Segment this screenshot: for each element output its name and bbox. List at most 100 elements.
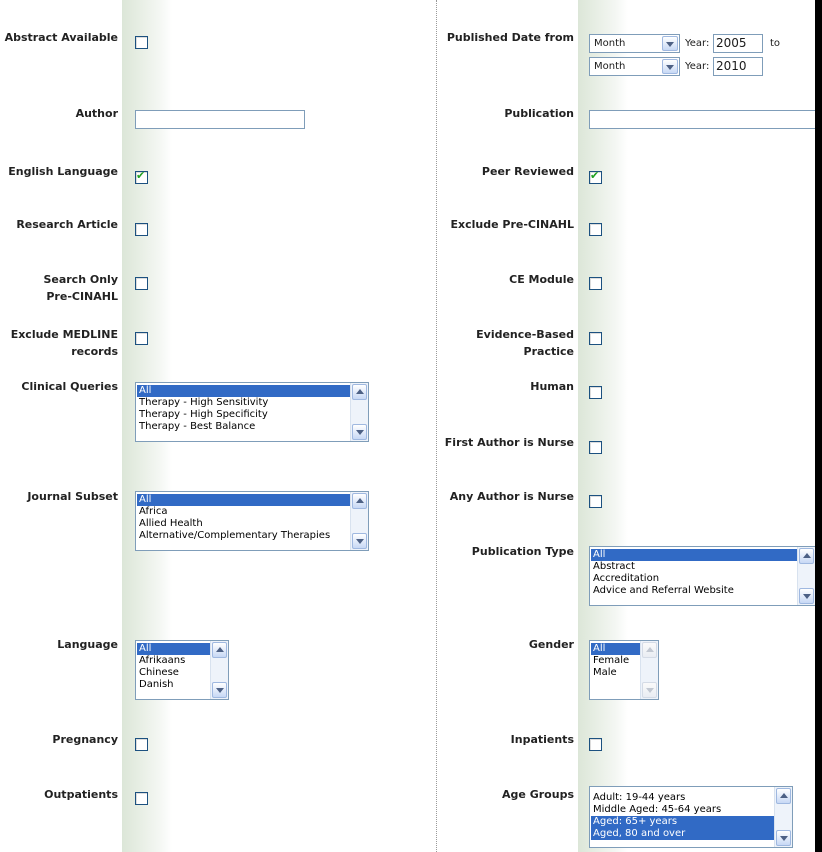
list-item[interactable]: Allied Health (137, 518, 350, 530)
peer-reviewed-checkbox[interactable] (589, 169, 602, 184)
scrollbar[interactable] (640, 641, 658, 699)
list-item[interactable]: Danish (137, 679, 210, 691)
list-item[interactable]: All (591, 549, 797, 561)
search-only-label-line1: Search Only (43, 273, 118, 286)
scroll-down-button[interactable] (776, 830, 791, 846)
scrollbar[interactable] (210, 641, 228, 699)
journal-subset-listbox[interactable]: All Africa Allied Health Alternative/Com… (135, 491, 369, 551)
list-item[interactable]: Advice and Referral Website (591, 585, 797, 597)
english-language-checkbox[interactable] (135, 169, 148, 184)
scroll-up-button[interactable] (642, 642, 657, 658)
scrollbar[interactable] (350, 383, 368, 441)
evidence-based-practice-label: Evidence-Based Practice (436, 326, 574, 360)
list-item[interactable]: Accreditation (591, 573, 797, 585)
outpatients-label: Outpatients (44, 788, 118, 801)
list-item[interactable]: Chinese (137, 667, 210, 679)
year-from-input[interactable]: 2005 (713, 34, 763, 53)
search-only-pre-cinahl-checkbox[interactable] (135, 277, 148, 290)
language-listbox[interactable]: All Afrikaans Chinese Danish (135, 640, 229, 700)
year-to-input[interactable]: 2010 (713, 57, 763, 76)
any-author-nurse-label: Any Author is Nurse (449, 490, 574, 503)
publication-label: Publication (504, 107, 574, 120)
evidence-based-label-line2: Practice (523, 345, 574, 358)
author-input[interactable] (135, 110, 305, 129)
list-item[interactable]: Middle Aged: 45-64 years (591, 804, 774, 816)
research-article-label: Research Article (16, 218, 118, 231)
research-article-checkbox[interactable] (135, 223, 148, 236)
scroll-down-button[interactable] (799, 588, 814, 604)
scroll-up-button[interactable] (212, 642, 227, 658)
list-item[interactable]: Therapy - High Sensitivity (137, 397, 350, 409)
list-item[interactable]: Aged, 80 and over (591, 828, 774, 840)
list-item[interactable]: Therapy - Best Balance (137, 421, 350, 433)
list-item[interactable]: Female (591, 655, 640, 667)
chevron-down-icon (803, 594, 811, 599)
chevron-up-icon (803, 553, 811, 558)
clinical-queries-listbox[interactable]: All Therapy - High Sensitivity Therapy -… (135, 382, 369, 442)
chevron-down-icon[interactable] (662, 59, 678, 74)
year-from-label: Year: (685, 38, 710, 49)
list-item[interactable]: Alternative/Complementary Therapies (137, 530, 350, 542)
exclude-pre-cinahl-checkbox[interactable] (589, 223, 602, 236)
list-item[interactable]: Abstract (591, 561, 797, 573)
exclude-medline-label: Exclude MEDLINE records (0, 326, 118, 360)
exclude-medline-checkbox[interactable] (135, 332, 148, 345)
scroll-down-button[interactable] (212, 682, 227, 698)
evidence-based-practice-checkbox[interactable] (589, 332, 602, 345)
gender-label: Gender (528, 638, 574, 651)
inpatients-label: Inpatients (510, 733, 574, 746)
scrollbar[interactable] (797, 547, 815, 605)
pregnancy-checkbox[interactable] (135, 738, 148, 751)
pregnancy-label: Pregnancy (52, 733, 118, 746)
list-item[interactable]: Afrikaans (137, 655, 210, 667)
human-checkbox[interactable] (589, 386, 602, 399)
list-item[interactable]: All (137, 494, 350, 506)
list-item[interactable]: Therapy - High Specificity (137, 409, 350, 421)
scroll-up-button[interactable] (352, 493, 367, 509)
search-only-pre-cinahl-label: Search Only Pre-CINAHL (0, 271, 118, 305)
ce-module-label: CE Module (509, 273, 574, 286)
scroll-down-button[interactable] (642, 682, 657, 698)
list-item[interactable]: All (137, 385, 350, 397)
chevron-up-icon (216, 647, 224, 652)
month-from-select[interactable]: Month (589, 34, 680, 53)
month-from-value: Month (594, 38, 626, 49)
list-item[interactable]: All (591, 643, 640, 655)
published-date-label: Published Date from (446, 31, 574, 44)
list-item[interactable]: Africa (137, 506, 350, 518)
list-item[interactable]: All (137, 643, 210, 655)
any-author-nurse-checkbox[interactable] (589, 495, 602, 508)
scroll-down-button[interactable] (352, 533, 367, 549)
scrollbar[interactable] (350, 492, 368, 550)
list-item[interactable]: Male (591, 667, 640, 679)
inpatients-checkbox[interactable] (589, 738, 602, 751)
chevron-down-icon (216, 688, 224, 693)
scrollbar[interactable] (774, 787, 792, 847)
window-edge (815, 0, 822, 852)
outpatients-checkbox[interactable] (135, 792, 148, 805)
chevron-down-icon (646, 688, 654, 693)
journal-subset-label: Journal Subset (27, 490, 118, 503)
scroll-down-button[interactable] (352, 424, 367, 440)
scroll-up-button[interactable] (799, 548, 814, 564)
abstract-available-checkbox[interactable] (135, 36, 148, 49)
ce-module-checkbox[interactable] (589, 277, 602, 290)
list-item[interactable]: Adult: 19-44 years (591, 792, 774, 804)
chevron-down-icon[interactable] (662, 36, 678, 51)
search-only-label-line2: Pre-CINAHL (46, 290, 118, 303)
month-to-value: Month (594, 61, 626, 72)
gender-listbox[interactable]: All Female Male (589, 640, 659, 700)
chevron-down-icon (356, 430, 364, 435)
publication-type-label: Publication Type (471, 545, 574, 558)
first-author-nurse-checkbox[interactable] (589, 441, 602, 454)
age-groups-listbox[interactable]: Adult: 19-44 years Middle Aged: 45-64 ye… (589, 786, 793, 848)
month-to-select[interactable]: Month (589, 57, 680, 76)
chevron-up-icon (356, 389, 364, 394)
first-author-nurse-label: First Author is Nurse (444, 436, 574, 449)
exclude-medline-label-line2: records (71, 345, 118, 358)
scroll-up-button[interactable] (352, 384, 367, 400)
publication-input[interactable] (589, 110, 815, 129)
publication-type-listbox[interactable]: All Abstract Accreditation Advice and Re… (589, 546, 815, 606)
scroll-up-button[interactable] (776, 788, 791, 804)
list-item[interactable]: Aged: 65+ years (591, 816, 774, 828)
